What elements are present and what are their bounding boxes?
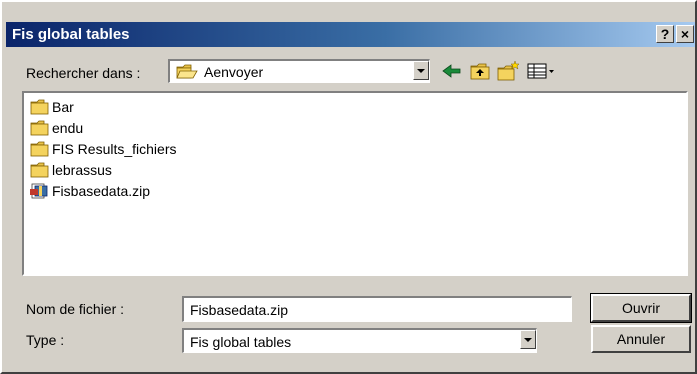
- filetype-dropdown[interactable]: Fis global tables: [182, 328, 537, 353]
- file-name: endu: [52, 120, 84, 136]
- file-name: Fisbasedata.zip: [52, 183, 151, 199]
- file-list[interactable]: Bar endu FIS Results_fichiers lebrassus: [22, 91, 688, 276]
- back-arrow-icon[interactable]: [440, 60, 464, 82]
- look-in-dropdown[interactable]: Aenvoyer: [168, 59, 430, 83]
- new-folder-icon[interactable]: [496, 60, 520, 82]
- folder-open-icon: [176, 64, 198, 79]
- folder-icon: [30, 99, 49, 115]
- filename-label: Nom de fichier :: [26, 301, 125, 317]
- filetype-label: Type :: [26, 332, 65, 348]
- zip-file-icon: [30, 183, 48, 199]
- folder-icon: [30, 120, 49, 136]
- file-open-dialog: Fis global tables ? × Rechercher dans : …: [0, 0, 697, 374]
- title-bar[interactable]: Fis global tables ? ×: [6, 22, 695, 47]
- filetype-value: Fis global tables: [190, 334, 292, 350]
- look-in-label: Rechercher dans :: [26, 65, 141, 81]
- folder-icon: [30, 141, 49, 157]
- help-button[interactable]: ?: [656, 25, 674, 43]
- file-name: lebrassus: [52, 162, 112, 178]
- open-button[interactable]: Ouvrir: [590, 293, 692, 323]
- view-menu-icon[interactable]: [526, 60, 556, 82]
- chevron-down-icon[interactable]: [520, 330, 536, 349]
- file-name: FIS Results_fichiers: [52, 141, 177, 157]
- chevron-down-icon[interactable]: [413, 61, 429, 80]
- look-in-value: Aenvoyer: [204, 64, 264, 80]
- close-button[interactable]: ×: [676, 25, 694, 43]
- folder-icon: [30, 162, 49, 178]
- up-folder-icon[interactable]: [468, 60, 492, 82]
- file-name: Bar: [52, 99, 74, 115]
- cancel-button[interactable]: Annuler: [591, 325, 691, 353]
- dialog-title: Fis global tables: [12, 26, 130, 43]
- filename-field[interactable]: [182, 296, 572, 322]
